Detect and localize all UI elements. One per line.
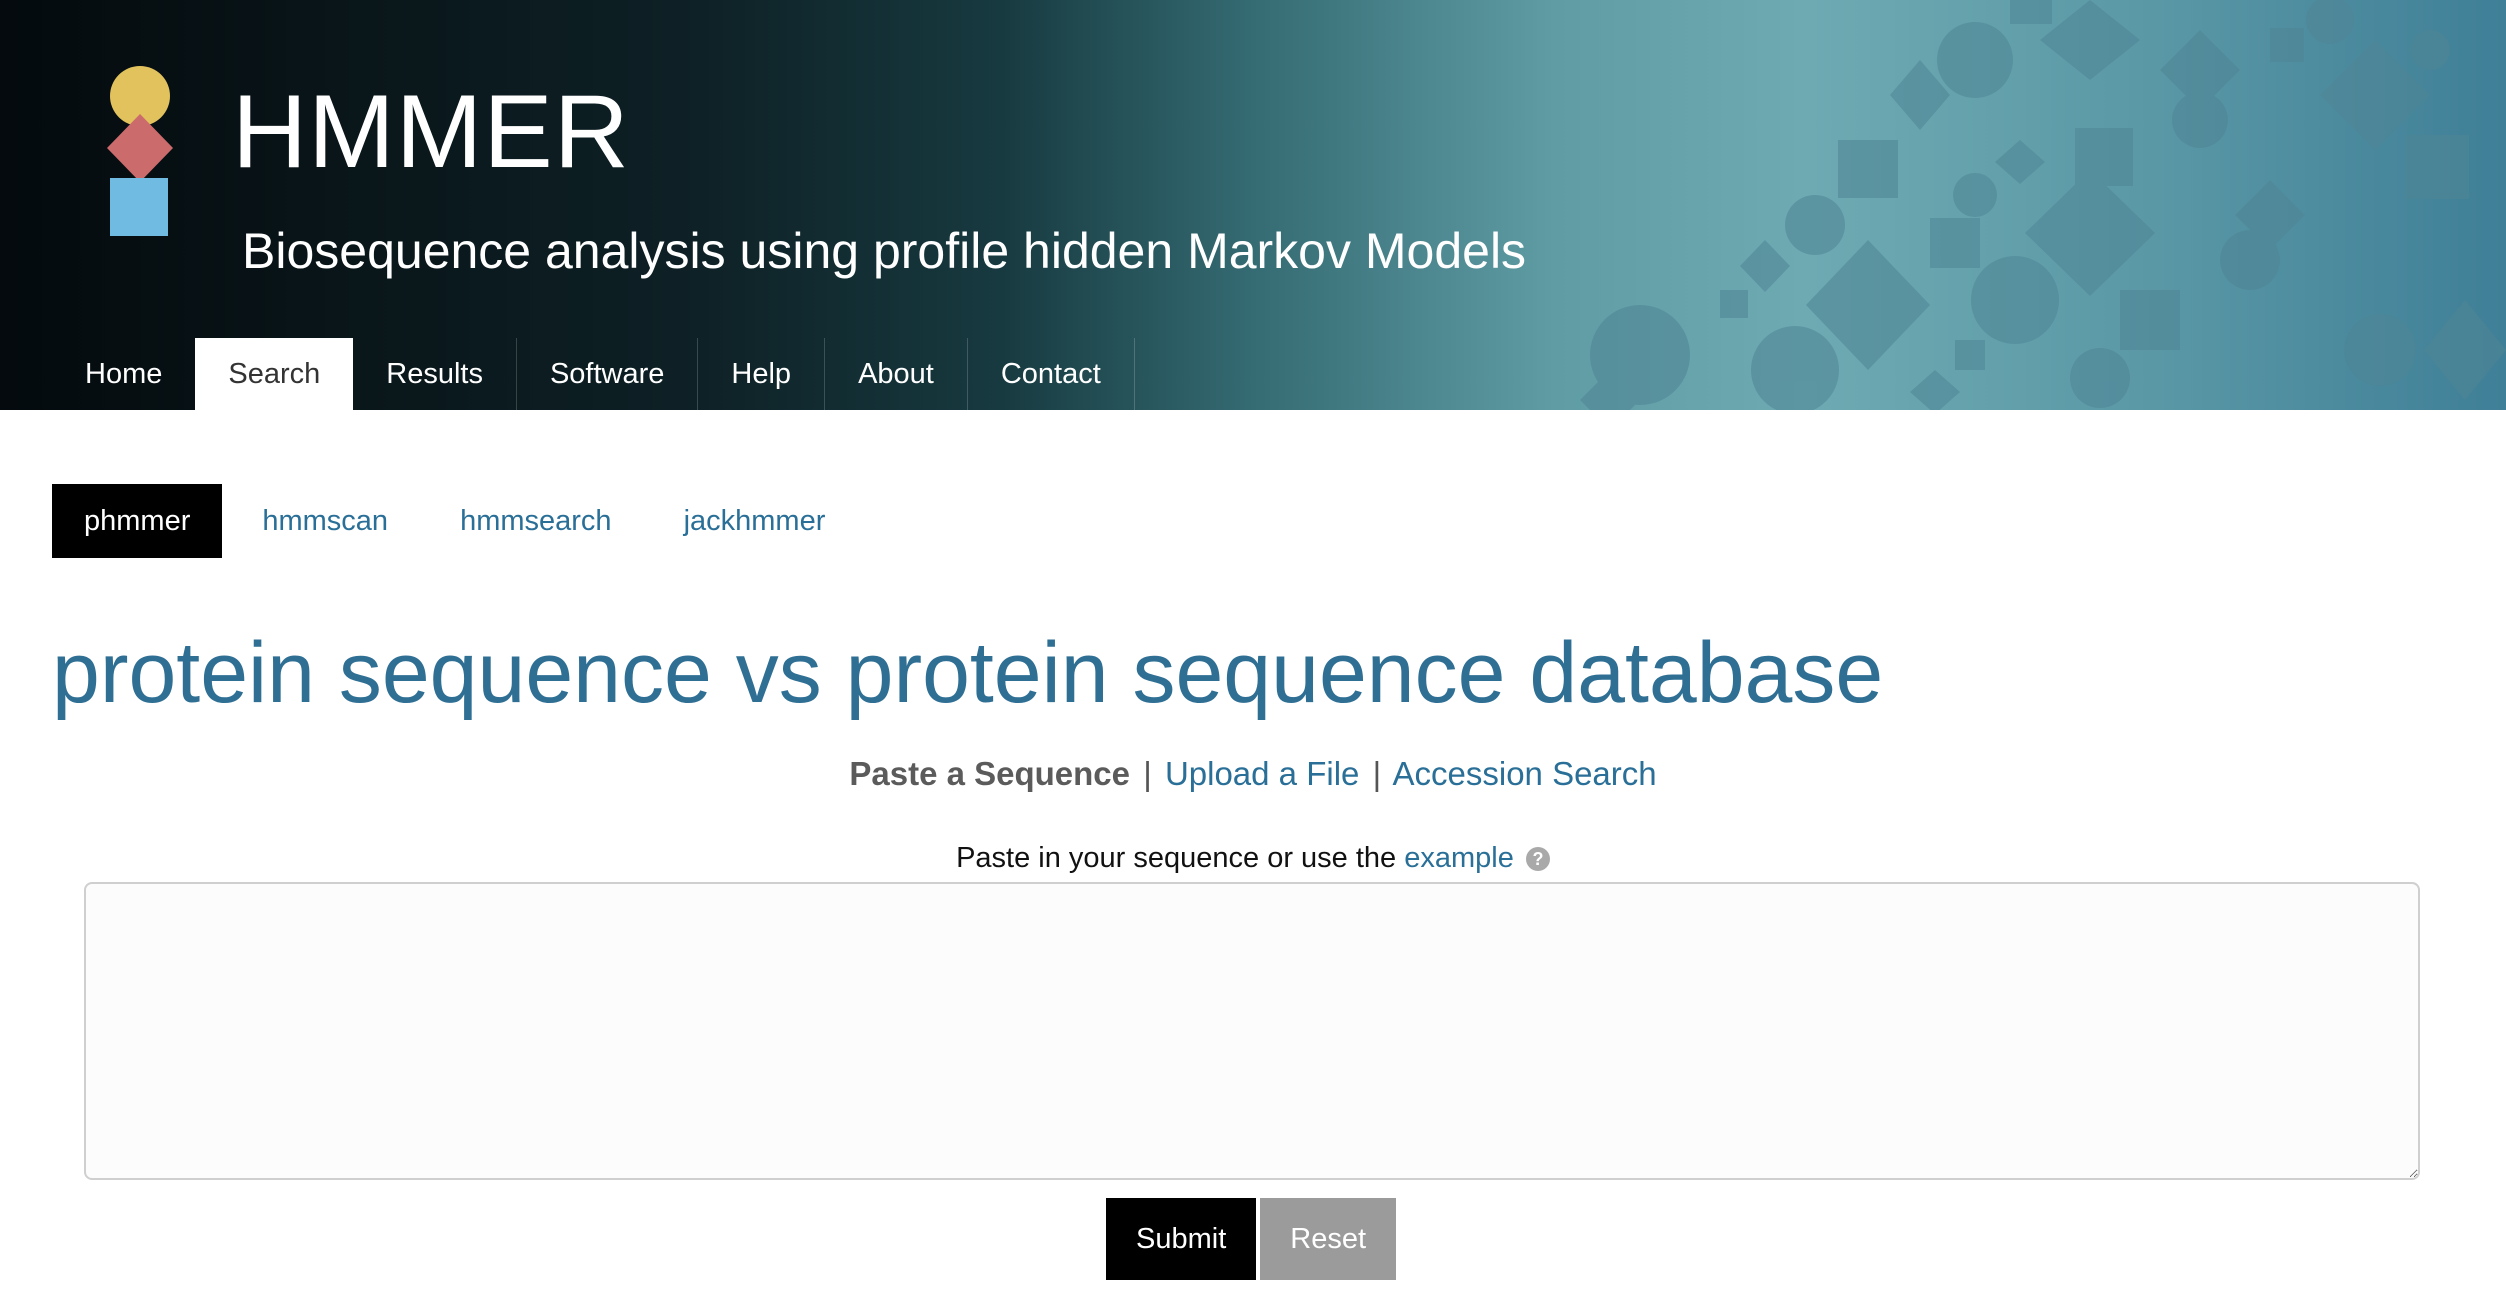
submit-button[interactable]: Submit bbox=[1106, 1198, 1257, 1280]
mode-separator: | bbox=[1372, 755, 1382, 792]
hmmer-logo[interactable] bbox=[100, 66, 180, 242]
sequence-instruction: Paste in your sequence or use the exampl… bbox=[0, 842, 2506, 875]
nav-software[interactable]: Software bbox=[517, 338, 699, 410]
sequence-input[interactable] bbox=[84, 882, 2420, 1180]
nav-help[interactable]: Help bbox=[698, 338, 826, 410]
nav-results[interactable]: Results bbox=[353, 338, 517, 410]
site-title[interactable]: HMMER bbox=[232, 80, 630, 184]
nav-home[interactable]: Home bbox=[52, 338, 195, 410]
site-header: HMMER Biosequence analysis using profile… bbox=[0, 0, 2506, 410]
instruction-text: Paste in your sequence or use the bbox=[956, 842, 1397, 874]
search-type-tabs: phmmer hmmscan hmmsearch jackhmmer bbox=[52, 484, 865, 558]
mode-upload-file-link[interactable]: Upload a File bbox=[1165, 755, 1359, 792]
nav-search[interactable]: Search bbox=[195, 338, 354, 410]
page-title: protein sequence vs protein sequence dat… bbox=[52, 625, 1884, 721]
nav-contact[interactable]: Contact bbox=[968, 338, 1135, 410]
tab-phmmer[interactable]: phmmer bbox=[52, 484, 223, 558]
tab-jackhmmer[interactable]: jackhmmer bbox=[652, 484, 858, 558]
tab-hmmscan[interactable]: hmmscan bbox=[230, 484, 420, 558]
form-buttons: Submit Reset bbox=[1106, 1198, 1397, 1280]
nav-about[interactable]: About bbox=[825, 338, 968, 410]
reset-button[interactable]: Reset bbox=[1260, 1198, 1397, 1280]
site-subtitle: Biosequence analysis using profile hidde… bbox=[242, 223, 1527, 279]
mode-accession-search-link[interactable]: Accession Search bbox=[1393, 755, 1657, 792]
mode-paste-sequence: Paste a Sequence bbox=[849, 755, 1131, 792]
input-mode-switch: Paste a Sequence | Upload a File | Acces… bbox=[0, 755, 2506, 793]
tab-hmmsearch[interactable]: hmmsearch bbox=[428, 484, 644, 558]
question-circle-icon[interactable]: ? bbox=[1525, 847, 1550, 872]
example-link[interactable]: example bbox=[1404, 842, 1514, 874]
mode-separator: | bbox=[1143, 755, 1152, 792]
main-nav: Home Search Results Software Help About … bbox=[52, 338, 1135, 410]
